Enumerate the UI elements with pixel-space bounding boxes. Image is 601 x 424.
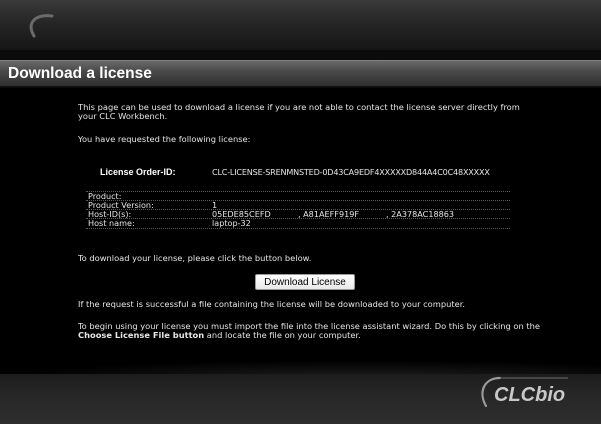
intro-line-2: your CLC Workbench. bbox=[78, 111, 168, 121]
hostname-label: Host name: bbox=[88, 218, 135, 228]
clcbio-logo-icon: CLCbio bbox=[481, 376, 568, 408]
order-id-label: License Order-ID: bbox=[100, 167, 176, 177]
order-id-value: CLC-LICENSE-SRENMNSTED-0D43CA9EDF4XXXXXD… bbox=[212, 167, 490, 177]
choose-license-file-text: Choose License File button bbox=[78, 330, 205, 340]
hostname-value: laptop-32 bbox=[212, 218, 251, 228]
page-frame: Download a license This page can be used… bbox=[0, 0, 601, 424]
click-instruction: To download your license, please click t… bbox=[78, 253, 312, 263]
hostname-row: Host name: laptop-32 bbox=[86, 218, 510, 229]
top-bar bbox=[0, 0, 601, 50]
requested-text: You have requested the following license… bbox=[78, 134, 251, 144]
import-rest-text: and locate the file on your computer. bbox=[204, 330, 361, 340]
import-line-2: Choose License File button and locate th… bbox=[78, 330, 361, 340]
main-content: This page can be used to download a lice… bbox=[0, 88, 601, 374]
success-text: If the request is successful a file cont… bbox=[78, 299, 466, 309]
logo-text: CLCbio bbox=[494, 384, 565, 406]
swoosh-decoration-icon bbox=[29, 14, 54, 38]
download-license-button[interactable]: Download License bbox=[255, 274, 355, 290]
page-title: Download a license bbox=[8, 65, 152, 82]
title-bar: Download a license bbox=[0, 60, 601, 87]
